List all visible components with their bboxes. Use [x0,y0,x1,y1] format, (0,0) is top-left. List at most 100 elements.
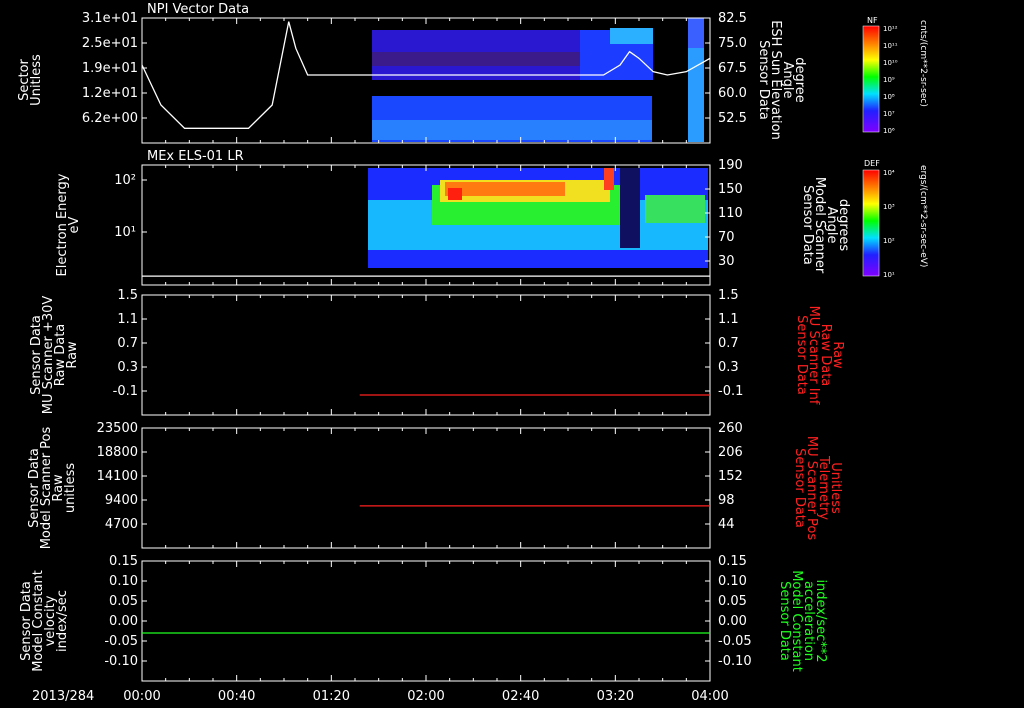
panel-3-y2tick-1: 206 [718,445,743,460]
panel-2-frame [141,294,711,416]
time-axis: 00:00 00:40 01:20 02:00 02:40 03:20 04:00 [123,689,728,704]
panel-2-y2tick-2: 0.7 [718,336,739,351]
colorbar-def: DEF 10⁴ 10³ 10² 10¹ ergs/(cm**2-sr-sec-eV) [862,159,928,279]
panel-4-ytick-3: 0.00 [109,614,138,629]
els-y2label-line-3: degrees [836,199,851,252]
els-band-orange [445,182,565,196]
colorbar-nf-tag: NF [867,16,878,25]
els-band-dark [620,168,640,248]
time-tick-6: 04:00 [691,689,728,704]
panel-4-y2label-3: index/sec**2 [813,579,828,662]
npi-y2tick-2: 67.5 [718,61,747,76]
npi-ytick-4: 6.2e+00 [82,111,138,126]
colorbar-nf-scale [862,25,880,133]
els-ytick-1: 10¹ [114,225,136,240]
panel-4-y2tick-2: 0.05 [718,594,747,609]
panel-title-els: MEx ELS-01 LR [147,149,244,164]
cb0-ticks-3: 10⁹ [883,76,895,84]
panel-3-ytick-2: 14100 [97,469,138,484]
npi-ytick-1: 2.5e+01 [82,36,138,51]
colorbar-nf: NF 10¹² 10¹¹ 10¹⁰ 10⁹ 10⁸ 10⁷ 10⁶ cnts/(cm**2-… [862,16,928,135]
els-ylabel: Electron EnergyeV [55,173,82,276]
els-ytick-0: 10² [114,173,136,188]
panel-4-ytick-1: 0.10 [109,574,138,589]
els-heatmap [142,168,710,277]
els-y2ticks: 190 150 110 70 30 [705,158,743,269]
panel-3: 235001880014100940047002602061529844Sens… [27,421,843,549]
mex-data-plot: NPI Vector Data 3.1e+01 2.5e+01 1.9e+01 1.2… [17,2,928,704]
panel-2-y2tick-3: 0.3 [718,360,739,375]
time-tick-4: 02:40 [502,689,539,704]
time-tick-3: 02:00 [407,689,444,704]
panel-2-y2tick-0: 1.5 [718,288,739,303]
npi-band-speckle [372,52,580,66]
panel-3-y2tick-4: 44 [718,517,735,532]
els-y2tick-1: 150 [718,182,743,197]
colorbar-nf-ticks: 10¹² 10¹¹ 10¹⁰ 10⁹ 10⁸ 10⁷ 10⁶ [883,25,898,135]
npi-y2label: Sensor DataESH Sun ElevationAngledegree [756,20,807,140]
npi-y2label-line-3: degree [792,57,807,103]
npi-y2tick-0: 82.5 [718,11,747,26]
panel-2-ytick-3: 0.3 [117,360,138,375]
els-band-right [645,195,705,223]
cb0-ticks-0: 10¹² [883,25,898,33]
panel-2: 1.51.10.70.3-0.11.51.10.70.3-0.1Sensor D… [29,288,845,416]
date-label: 2013/284 [32,689,94,704]
colorbar-def-ticks: 10⁴ 10³ 10² 10¹ [883,169,895,279]
panel-npi: NPI Vector Data 3.1e+01 2.5e+01 1.9e+01 1.2… [17,2,807,144]
els-ylabel-line-1: eV [67,216,82,233]
colorbar-def-unit: ergs/(cm**2-sr-sec-eV) [918,165,928,267]
panel-4-y2tick-3: 0.00 [718,614,747,629]
line-panels: 1.51.10.70.3-0.11.51.10.70.3-0.1Sensor D… [19,288,845,682]
cb0-ticks-2: 10¹⁰ [883,59,898,67]
time-tick-1: 00:40 [218,689,255,704]
panel-4-frame [141,560,711,682]
cb0-ticks-6: 10⁶ [883,127,895,135]
panel-3-y2tick-3: 98 [718,493,735,508]
els-y2tick-3: 70 [718,230,735,245]
panel-4-y2tick-1: 0.10 [718,574,747,589]
els-y2label: Sensor DataModel ScannerAngledegrees [800,177,851,274]
panel-2-y2tick-1: 1.1 [718,312,739,327]
colorbar-nf-unit: cnts/(cm**2-sr-sec) [918,20,928,107]
npi-ytick-2: 1.9e+01 [82,61,138,76]
els-band-peak [604,168,614,190]
panel-2-ytick-4: -0.1 [113,384,138,399]
panel-3-ylabel-3: unitless [63,463,78,514]
panel-4-ytick-2: 0.05 [109,594,138,609]
cb0-ticks-5: 10⁷ [883,110,895,118]
time-tick-5: 03:20 [597,689,634,704]
panel-4-ylabel-3: index/sec [55,590,70,652]
panel-4-ytick-0: 0.15 [109,554,138,569]
time-tick-0: 00:00 [123,689,160,704]
panel-4-y2tick-5: -0.10 [718,654,752,669]
panel-2-ytick-2: 0.7 [117,336,138,351]
npi-band-teal [610,28,653,44]
panel-4-y2tick-4: -0.05 [718,634,752,649]
panel-4-y2tick-0: 0.15 [718,554,747,569]
panel-2-ylabel-3: Raw [65,341,80,369]
panel-3-ytick-3: 9400 [105,493,138,508]
panel-3-y2tick-2: 152 [718,469,743,484]
panel-3-y2label-3: Unitless [828,462,843,514]
npi-y2ticks: 82.5 75.0 67.5 60.0 52.5 [705,11,747,126]
npi-band-lower-light [372,120,652,140]
panel-4-ytick-4: -0.05 [104,634,138,649]
panel-2-y2tick-4: -0.1 [718,384,743,399]
cb1-ticks-2: 10² [883,237,895,245]
els-band-red [448,188,462,200]
npi-heatmap [142,18,710,142]
els-y2tick-0: 190 [718,158,743,173]
panel-2-ytick-1: 1.1 [117,312,138,327]
panel-3-y2tick-0: 260 [718,421,743,436]
panel-4-ytick-5: -0.10 [104,654,138,669]
panel-3-ytick-0: 23500 [97,421,138,436]
npi-y2tick-3: 60.0 [718,86,747,101]
panel-3-ytick-4: 4700 [105,517,138,532]
npi-ylabel: SectorUnitless [17,54,44,106]
els-y2tick-4: 30 [718,254,735,269]
npi-ytick-3: 1.2e+01 [82,86,138,101]
els-y2tick-2: 110 [718,206,743,221]
npi-band-strip-top [688,18,704,48]
panel-title-npi: NPI Vector Data [147,2,249,17]
